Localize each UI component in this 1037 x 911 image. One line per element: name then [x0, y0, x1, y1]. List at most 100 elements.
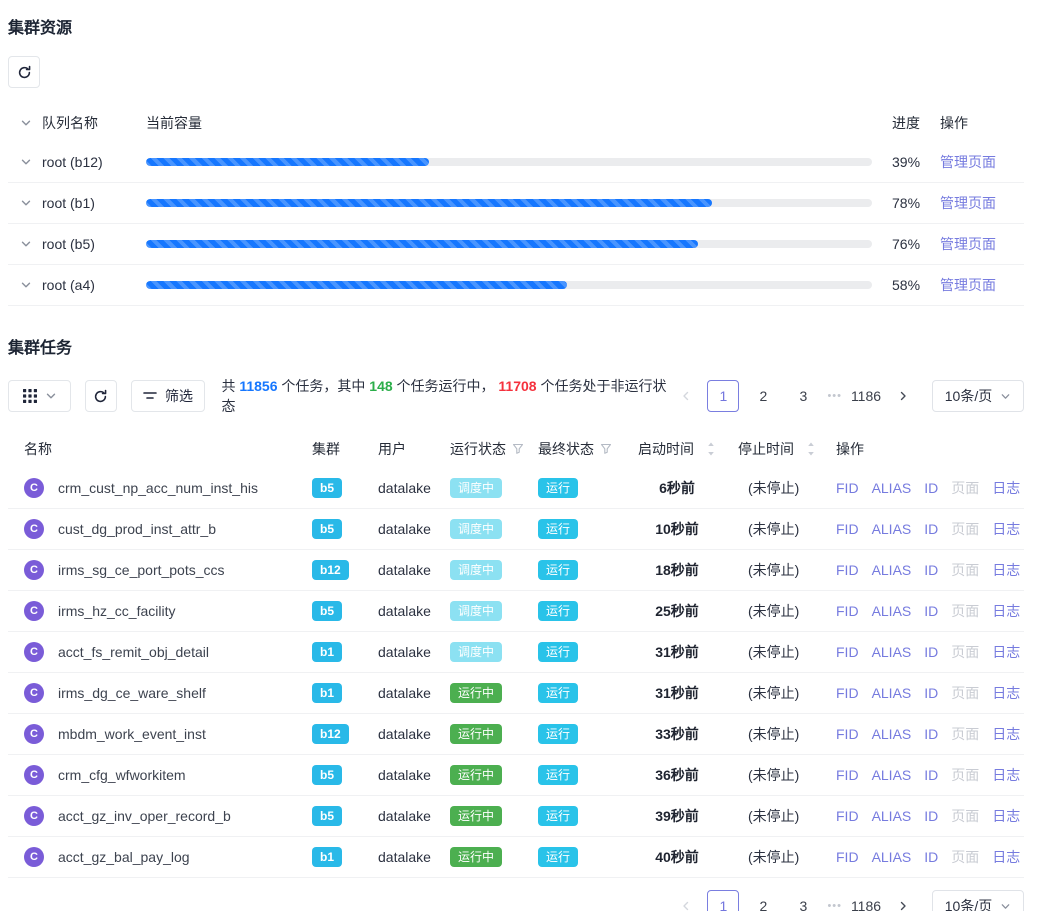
final-status-badge: 运行	[538, 847, 578, 867]
page-button-2[interactable]: 2	[747, 380, 779, 412]
alias-link[interactable]: ALIAS	[872, 562, 912, 578]
fid-link[interactable]: FID	[836, 562, 859, 578]
fid-link[interactable]: FID	[836, 767, 859, 783]
log-link[interactable]: 日志	[992, 519, 1020, 539]
id-link[interactable]: ID	[924, 767, 938, 783]
alias-link[interactable]: ALIAS	[872, 808, 912, 824]
task-name[interactable]: acct_gz_inv_oper_record_b	[58, 808, 231, 824]
fid-link[interactable]: FID	[836, 726, 859, 742]
prev-page-icon[interactable]	[673, 380, 699, 412]
page-button-3[interactable]: 3	[787, 380, 819, 412]
alias-link[interactable]: ALIAS	[872, 521, 912, 537]
page-button-1[interactable]: 1	[707, 380, 739, 412]
fid-link[interactable]: FID	[836, 849, 859, 865]
resources-refresh-button[interactable]	[8, 56, 40, 88]
log-link[interactable]: 日志	[992, 724, 1020, 744]
id-link[interactable]: ID	[924, 644, 938, 660]
manage-page-link[interactable]: 管理页面	[940, 195, 996, 211]
run-status-badge: 调度中	[450, 601, 502, 621]
manage-page-link[interactable]: 管理页面	[940, 236, 996, 252]
page-ellipsis[interactable]: •••	[827, 900, 842, 911]
task-row: Ccust_dg_prod_inst_attr_b b5 datalake 调度…	[8, 509, 1024, 550]
task-name[interactable]: irms_sg_ce_port_pots_ccs	[58, 562, 225, 578]
log-link[interactable]: 日志	[992, 847, 1020, 867]
alias-link[interactable]: ALIAS	[872, 603, 912, 619]
log-link[interactable]: 日志	[992, 683, 1020, 703]
id-link[interactable]: ID	[924, 603, 938, 619]
fid-link[interactable]: FID	[836, 603, 859, 619]
start-time: 6秒前	[638, 478, 738, 498]
id-link[interactable]: ID	[924, 726, 938, 742]
stop-time: (未停止)	[738, 806, 836, 826]
task-name[interactable]: acct_gz_bal_pay_log	[58, 849, 190, 865]
alias-link[interactable]: ALIAS	[872, 480, 912, 496]
alias-link[interactable]: ALIAS	[872, 726, 912, 742]
manage-page-link[interactable]: 管理页面	[940, 277, 996, 293]
page-button-last[interactable]: 1186	[850, 380, 882, 412]
id-link[interactable]: ID	[924, 685, 938, 701]
prev-page-icon[interactable]	[673, 890, 699, 911]
page-button-3[interactable]: 3	[787, 890, 819, 911]
task-name[interactable]: irms_dg_ce_ware_shelf	[58, 685, 206, 701]
page-size-select[interactable]: 10条/页	[932, 380, 1024, 412]
log-link[interactable]: 日志	[992, 478, 1020, 498]
task-name[interactable]: acct_fs_remit_obj_detail	[58, 644, 209, 660]
fid-link[interactable]: FID	[836, 685, 859, 701]
final-status-filter-icon[interactable]	[600, 443, 612, 455]
columns-select-button[interactable]	[8, 380, 71, 412]
tasks-summary: 共 11856 个任务，其中 148 个任务运行中， 11708 个任务处于非运…	[221, 376, 673, 416]
fid-link[interactable]: FID	[836, 808, 859, 824]
task-name[interactable]: irms_hz_cc_facility	[58, 603, 175, 619]
stop-time: (未停止)	[738, 847, 836, 867]
task-name[interactable]: mbdm_work_event_inst	[58, 726, 206, 742]
page-link: 页面	[951, 642, 979, 662]
expand-row-icon[interactable]	[20, 238, 32, 250]
id-link[interactable]: ID	[924, 562, 938, 578]
page-button-1[interactable]: 1	[707, 890, 739, 911]
manage-page-link[interactable]: 管理页面	[940, 154, 996, 170]
user-name: datalake	[378, 480, 431, 496]
next-page-icon[interactable]	[890, 380, 916, 412]
page-button-last[interactable]: 1186	[850, 890, 882, 911]
alias-link[interactable]: ALIAS	[872, 644, 912, 660]
fid-link[interactable]: FID	[836, 644, 859, 660]
page-ellipsis[interactable]: •••	[827, 390, 842, 402]
final-status-badge: 运行	[538, 519, 578, 539]
task-name[interactable]: cust_dg_prod_inst_attr_b	[58, 521, 216, 537]
run-status-filter-icon[interactable]	[512, 443, 524, 455]
tasks-refresh-button[interactable]	[85, 380, 117, 412]
log-link[interactable]: 日志	[992, 560, 1020, 580]
page-size-select[interactable]: 10条/页	[932, 890, 1024, 911]
alias-link[interactable]: ALIAS	[872, 767, 912, 783]
queue-row: root (b12) 39% 管理页面	[8, 142, 1024, 183]
id-link[interactable]: ID	[924, 849, 938, 865]
task-name[interactable]: crm_cfg_wfworkitem	[58, 767, 186, 783]
filter-button[interactable]: 筛选	[131, 380, 206, 412]
page-link: 页面	[951, 478, 979, 498]
id-link[interactable]: ID	[924, 521, 938, 537]
id-link[interactable]: ID	[924, 480, 938, 496]
start-time-sorter-icon[interactable]	[706, 441, 716, 457]
avatar: C	[24, 642, 44, 662]
expand-row-icon[interactable]	[20, 156, 32, 168]
page-button-2[interactable]: 2	[747, 890, 779, 911]
task-name[interactable]: crm_cust_np_acc_num_inst_his	[58, 480, 258, 496]
log-link[interactable]: 日志	[992, 601, 1020, 621]
queue-name: root (b1)	[42, 195, 95, 211]
expand-row-icon[interactable]	[20, 279, 32, 291]
tasks-table: 名称 集群 用户 运行状态 最终状态 启动时间 停止时间	[8, 430, 1024, 878]
log-link[interactable]: 日志	[992, 642, 1020, 662]
id-link[interactable]: ID	[924, 808, 938, 824]
expand-row-icon[interactable]	[20, 197, 32, 209]
chevron-down-icon	[45, 390, 57, 402]
fid-link[interactable]: FID	[836, 521, 859, 537]
final-status-badge: 运行	[538, 560, 578, 580]
next-page-icon[interactable]	[890, 890, 916, 911]
stop-time-sorter-icon[interactable]	[806, 441, 816, 457]
fid-link[interactable]: FID	[836, 480, 859, 496]
log-link[interactable]: 日志	[992, 765, 1020, 785]
log-link[interactable]: 日志	[992, 806, 1020, 826]
alias-link[interactable]: ALIAS	[872, 685, 912, 701]
alias-link[interactable]: ALIAS	[872, 849, 912, 865]
collapse-all-icon[interactable]	[20, 117, 32, 129]
